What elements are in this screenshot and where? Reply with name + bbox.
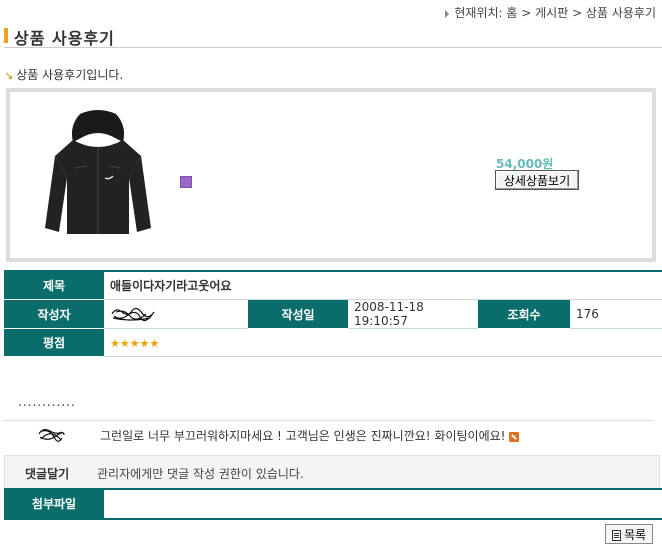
breadcrumb-text: 현재위치: 홈 > 게시판 > 상품 사용후기 <box>454 6 656 20</box>
comment-text: 그런일로 너무 부끄러워하지마세요 ! 고객님은 인생은 진짜니깐요! 화이팅이… <box>100 427 520 444</box>
product-box: 54,000원 상세상품보기 <box>6 88 656 262</box>
rating-row: 평점 ★★★★★ <box>4 328 662 357</box>
arrow-bullet-icon: ↘ <box>4 69 14 82</box>
author-label: 작성자 <box>4 299 104 329</box>
comment-item: 그런일로 너무 부끄러워하지마세요 ! 고객님은 인생은 진짜니깐요! 화이팅이… <box>4 420 654 447</box>
subject-row: 제목 애들이다자기라고웃어요 <box>4 271 662 300</box>
page-title: 상품 사용후기 <box>14 29 115 48</box>
product-image[interactable] <box>35 108 161 242</box>
reply-notice: 관리자에게만 댓글 작성 권한이 있습니다. <box>97 467 304 481</box>
subject-label: 제목 <box>4 271 104 300</box>
breadcrumb: 현재위치: 홈 > 게시판 > 상품 사용후기 <box>445 4 656 21</box>
post-subject: 애들이다자기라고웃어요 <box>104 271 662 300</box>
attachment-row: 첨부파일 <box>4 488 662 520</box>
product-detail-button[interactable]: 상세상품보기 <box>495 170 579 190</box>
date-label: 작성일 <box>248 299 348 329</box>
comment-body: 그런일로 너무 부끄러워하지마세요 ! 고객님은 인생은 진짜니깐요! 화이팅이… <box>100 429 506 443</box>
list-button[interactable]: 목록 <box>605 524 653 544</box>
intro-text: 상품 사용후기입니다. <box>16 68 124 82</box>
post-body: ............ <box>18 395 76 409</box>
star-icons: ★★★★★ <box>110 336 160 350</box>
reply-label: 댓글달기 <box>25 467 70 481</box>
attachment-label: 첨부파일 <box>4 490 104 518</box>
breadcrumb-arrow-icon <box>445 9 450 18</box>
post-date: 2008-11-18 19:10:57 <box>348 299 478 329</box>
title-accent-bar <box>4 28 8 43</box>
option-icon[interactable] <box>180 176 192 188</box>
reply-section: 댓글달기 관리자에게만 댓글 작성 권한이 있습니다. <box>4 455 660 489</box>
rating-label: 평점 <box>4 328 104 357</box>
post-info-table: 제목 애들이다자기라고웃어요 작성자 작성일 2008-11-18 19:10:… <box>4 270 662 357</box>
list-button-label: 목록 <box>623 527 647 542</box>
post-author <box>104 299 248 329</box>
page-intro: ↘ 상품 사용후기입니다. <box>4 66 123 83</box>
page-title-bar: 상품 사용후기 <box>4 25 662 48</box>
post-views: 176 <box>570 299 662 329</box>
commenter-scribble-icon <box>38 428 65 442</box>
rating-stars: ★★★★★ <box>104 328 662 357</box>
views-label: 조회수 <box>478 299 570 329</box>
author-scribble-icon <box>111 307 155 322</box>
document-icon <box>611 529 621 541</box>
delete-comment-icon[interactable] <box>509 431 520 442</box>
meta-row: 작성자 작성일 2008-11-18 19:10:57 조회수 176 <box>4 299 662 329</box>
